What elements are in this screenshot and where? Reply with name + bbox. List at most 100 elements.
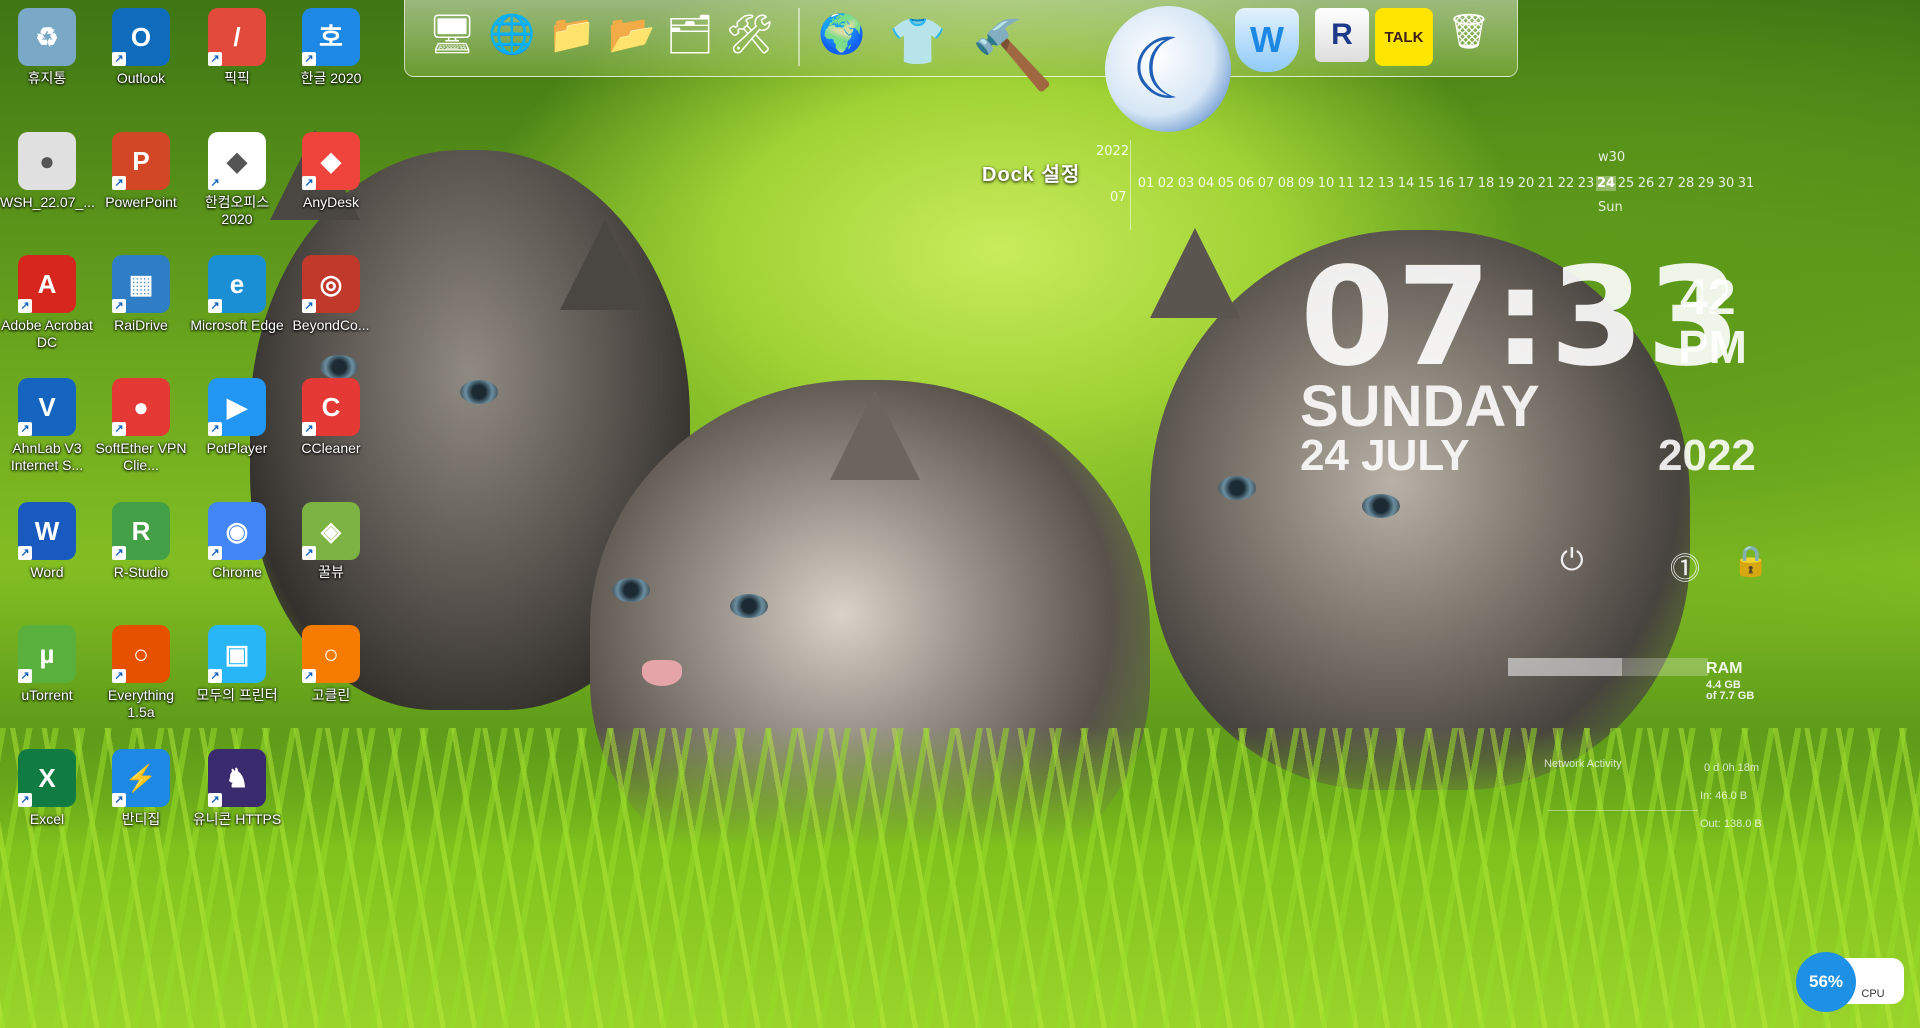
- shortcut-arrow-icon: ↗: [112, 422, 126, 436]
- shortcut-arrow-icon: ↗: [208, 299, 222, 313]
- tools-icon[interactable]: 🛠: [723, 8, 777, 62]
- desktop-icon[interactable]: ◉ ↗ Chrome: [190, 494, 284, 581]
- desktop-icon[interactable]: ◆ ↗ 한컴오피스 2020: [190, 124, 284, 228]
- shield-w-icon[interactable]: W: [1235, 8, 1299, 72]
- shortcut-arrow-icon: ↗: [208, 546, 222, 560]
- dock-bar: 🖥 🌐 📁 📂 🗂 🛠 🌍 👕 🔨 ☾ W R TALK 🗑: [404, 0, 1518, 132]
- desktop-icon[interactable]: C ↗ CCleaner: [284, 370, 378, 457]
- app-icon: ⚡ ↗: [112, 749, 170, 807]
- clock-weekday: SUNDAY: [1300, 374, 1540, 439]
- folder-green-icon[interactable]: 📂: [605, 8, 659, 62]
- app-icon: ○ ↗: [302, 625, 360, 683]
- app-icon: P ↗: [112, 132, 170, 190]
- desktop-icon[interactable]: / ↗ 픽픽: [190, 0, 284, 87]
- wallpaper-kitten-eye: [1362, 494, 1400, 518]
- kakaotalk-icon[interactable]: TALK: [1375, 8, 1433, 66]
- desktop-icon[interactable]: ◆ ↗ AnyDesk: [284, 124, 378, 211]
- shortcut-arrow-icon: ↗: [302, 669, 316, 683]
- folder-icon[interactable]: 📁: [545, 8, 599, 62]
- app-icon: ◆ ↗: [302, 132, 360, 190]
- desktop-icon[interactable]: ○ ↗ Everything 1.5a: [94, 617, 188, 721]
- desktop-icon[interactable]: ▣ ↗ 모두의 프린터: [190, 617, 284, 704]
- r-archive-icon[interactable]: R: [1315, 8, 1369, 62]
- desktop-icon[interactable]: R ↗ R-Studio: [94, 494, 188, 581]
- moon-app-icon[interactable]: ☾: [1105, 6, 1231, 132]
- ram-usage-fill: [1508, 658, 1622, 676]
- desktop-icon[interactable]: O ↗ Outlook: [94, 0, 188, 87]
- desktop-icon[interactable]: P ↗ PowerPoint: [94, 124, 188, 211]
- desktop-icon[interactable]: ⚡ ↗ 반디집: [94, 741, 188, 828]
- calendar-day: 12: [1357, 176, 1375, 191]
- calendar-day: 06: [1237, 176, 1255, 191]
- desktop-icon-label: Chrome: [212, 564, 262, 580]
- app-icon: V ↗: [18, 378, 76, 436]
- power-icon[interactable]: ⏻: [1560, 544, 1584, 578]
- wallpaper-grass: [0, 728, 1920, 1028]
- desktop-icon[interactable]: X ↗ Excel: [0, 741, 94, 828]
- recycle-bin-icon[interactable]: 🗑: [1445, 8, 1493, 56]
- shortcut-arrow-icon: ↗: [18, 793, 32, 807]
- shortcut-arrow-icon: ↗: [208, 52, 222, 66]
- internet-globe-icon[interactable]: 🌍: [815, 8, 869, 62]
- shortcut-arrow-icon: ↗: [302, 546, 316, 560]
- desktop-icon-label: 유니콘 HTTPS: [192, 811, 282, 827]
- calendar-days: 01 02 03 04 05 06 07 08 09 10 11 12 13 14 15 16 17 18 19 20…: [1136, 176, 1756, 191]
- desktop-icon[interactable]: ♻ 휴지통: [0, 0, 94, 87]
- desktop-icon[interactable]: ● ↗ SoftEther VPN Clie...: [94, 370, 188, 474]
- shortcut-arrow-icon: ↗: [18, 299, 32, 313]
- hammer-icon[interactable]: 🔨: [965, 8, 1061, 104]
- calendar-day: 08: [1277, 176, 1295, 191]
- desktop-icon[interactable]: µ ↗ uTorrent: [0, 617, 94, 704]
- lock-icon[interactable]: 🔒: [1732, 544, 1769, 579]
- app-icon: ♻: [18, 8, 76, 66]
- clock-time: 07:33: [1300, 239, 1743, 397]
- desktop-icon[interactable]: ▶ ↗ PotPlayer: [190, 370, 284, 457]
- desktop-icon[interactable]: 호 ↗ 한글 2020: [284, 0, 378, 87]
- calendar-day: 29: [1697, 176, 1715, 191]
- calendar-divider: [1130, 140, 1131, 230]
- network-globe-icon[interactable]: 🌐: [485, 8, 539, 62]
- app-icon: / ↗: [208, 8, 266, 66]
- app-icon: ◉ ↗: [208, 502, 266, 560]
- app-icon: ▣ ↗: [208, 625, 266, 683]
- calendar-day: 02: [1157, 176, 1175, 191]
- calendar-day: 30: [1717, 176, 1735, 191]
- computer-icon[interactable]: 🖥: [425, 8, 479, 62]
- calendar-day: 07: [1257, 176, 1275, 191]
- shortcut-arrow-icon: ↗: [208, 422, 222, 436]
- desktop-icon[interactable]: ● WSH_22.07_...: [0, 124, 95, 211]
- network-label: Network Activity: [1544, 758, 1622, 770]
- desktop-icon[interactable]: ○ ↗ 고클린: [284, 617, 378, 704]
- desktop-icon[interactable]: ▦ ↗ RaiDrive: [94, 247, 188, 334]
- desktop-icon-label: 픽픽: [224, 70, 250, 86]
- shortcut-arrow-icon: ↗: [302, 299, 316, 313]
- calendar-day: 05: [1217, 176, 1235, 191]
- shortcut-arrow-icon: ↗: [208, 176, 222, 190]
- desktop-icon-label: 휴지통: [27, 70, 67, 86]
- calendar-year: 2022: [1096, 144, 1130, 159]
- desktop-icon[interactable]: A ↗ Adobe Acrobat DC: [0, 247, 94, 351]
- restart-icon[interactable]: ⓵: [1670, 544, 1700, 588]
- shortcut-arrow-icon: ↗: [18, 669, 32, 683]
- desktop-icon-label: PowerPoint: [105, 194, 177, 210]
- desktop-icon[interactable]: ◈ ↗ 꿀뷰: [284, 494, 378, 581]
- tshirt-icon[interactable]: 👕: [885, 8, 951, 74]
- desktop-icon-label: Outlook: [116, 70, 166, 86]
- desktop-icon[interactable]: V ↗ AhnLab V3 Internet S...: [0, 370, 94, 474]
- cpu-percent: 56%: [1796, 952, 1856, 1012]
- uptime-value: 0 d 0h 18m: [1704, 762, 1760, 774]
- dock-settings-label[interactable]: Dock 설정: [982, 158, 1080, 187]
- desktop-icon-label: Excel: [29, 811, 65, 827]
- cpu-widget[interactable]: CPU 56%: [1796, 952, 1904, 1012]
- desktop-icon[interactable]: e ↗ Microsoft Edge: [190, 247, 284, 334]
- desktop-icon[interactable]: ♞ ↗ 유니콘 HTTPS: [190, 741, 284, 828]
- calendar-day: 14: [1397, 176, 1415, 191]
- desktop-icon-label: 한글 2020: [300, 70, 362, 86]
- desktop-icon-label: PotPlayer: [206, 440, 268, 456]
- calendar-day: 18: [1477, 176, 1495, 191]
- desktop-icon[interactable]: ◎ ↗ BeyondCo...: [284, 247, 378, 334]
- desktop-icon-label: R-Studio: [113, 564, 169, 580]
- wallpaper-kitten-ear: [560, 220, 650, 310]
- drive-folder-icon[interactable]: 🗂: [663, 8, 717, 62]
- desktop-icon[interactable]: W ↗ Word: [0, 494, 94, 581]
